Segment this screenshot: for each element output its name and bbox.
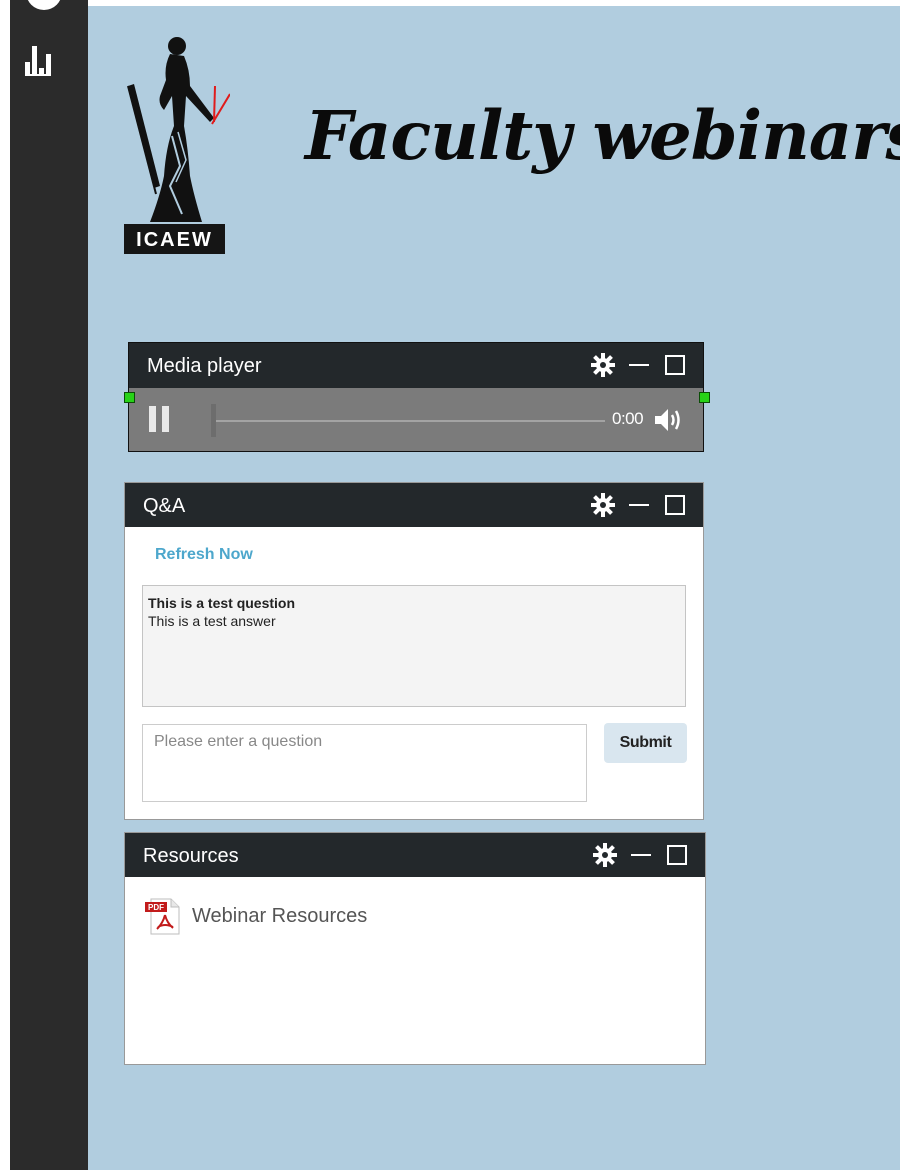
page-title: Faculty webinars: [305, 96, 900, 175]
submit-button[interactable]: Submit: [604, 723, 687, 763]
bar-chart-icon[interactable]: [25, 40, 65, 78]
pdf-badge-text: PDF: [148, 903, 164, 912]
icaew-logo: ICAEW: [124, 37, 230, 254]
qa-panel: Q&A Refresh Now This is a test question …: [124, 482, 704, 820]
qa-question: This is a test question: [148, 595, 296, 611]
resources-panel: Resources PDF Webinar Resources: [124, 832, 706, 1065]
circle-icon[interactable]: [26, 0, 62, 10]
minimize-icon[interactable]: [627, 353, 651, 377]
media-player-header[interactable]: Media player: [129, 343, 703, 388]
maximize-icon[interactable]: [665, 843, 689, 867]
gear-icon[interactable]: [591, 353, 615, 377]
pause-button[interactable]: [149, 406, 173, 434]
resize-handle-left[interactable]: [124, 392, 135, 403]
media-player-title: Media player: [147, 355, 262, 377]
seek-bar[interactable]: [212, 420, 605, 422]
qa-header[interactable]: Q&A: [125, 483, 703, 527]
seek-handle[interactable]: [211, 404, 216, 437]
player-controls: 0:00: [129, 388, 703, 451]
media-player-panel: Media player 0:00: [128, 342, 704, 452]
left-sidebar: [10, 0, 88, 1170]
resource-label: Webinar Resources: [192, 904, 368, 927]
logo-text: ICAEW: [136, 229, 213, 251]
resources-header[interactable]: Resources: [125, 833, 705, 877]
resource-item-webinar-resources[interactable]: PDF Webinar Resources: [143, 897, 367, 935]
minimize-icon[interactable]: [627, 493, 651, 517]
qa-title: Q&A: [143, 495, 186, 517]
volume-icon[interactable]: [653, 406, 683, 434]
list-item: This is a test question This is a test a…: [148, 594, 680, 630]
refresh-now-link[interactable]: Refresh Now: [155, 546, 253, 564]
resize-handle-right[interactable]: [699, 392, 710, 403]
resources-title: Resources: [143, 845, 239, 867]
maximize-icon[interactable]: [663, 493, 687, 517]
maximize-icon[interactable]: [663, 353, 687, 377]
pdf-icon: PDF: [145, 898, 180, 935]
gear-icon[interactable]: [593, 843, 617, 867]
gear-icon[interactable]: [591, 493, 615, 517]
minimize-icon[interactable]: [629, 843, 653, 867]
time-display: 0:00: [612, 409, 644, 428]
question-input[interactable]: [142, 724, 587, 802]
qa-list[interactable]: This is a test question This is a test a…: [142, 585, 686, 707]
qa-answer: This is a test answer: [148, 613, 276, 629]
